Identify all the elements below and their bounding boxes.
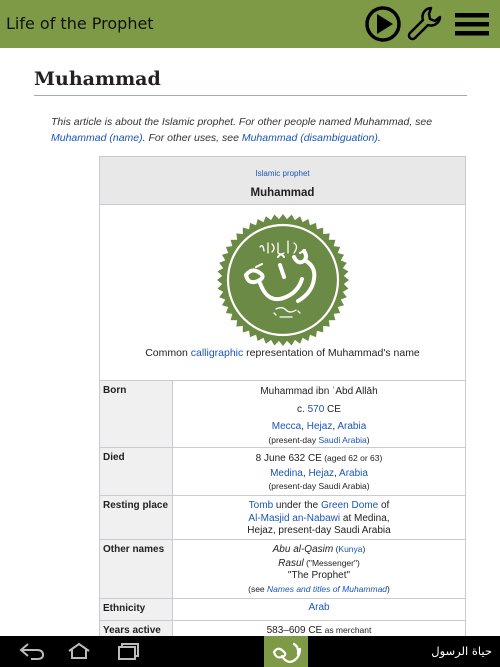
tomb-link[interactable]: Tomb <box>249 500 273 511</box>
hatnote-link-name[interactable]: Muhammad (name) <box>51 132 143 144</box>
masjid-nabawi-link[interactable]: Al-Masjid an-Nabawi <box>248 513 340 524</box>
system-nav-bar: حياة الرسول <box>0 636 500 667</box>
hatnote-text: . For other uses, see <box>142 132 242 144</box>
died-date: 8 June 632 CE (aged 62 or 63) <box>177 452 461 466</box>
page-title: Muhammad <box>34 68 161 90</box>
recent-apps-icon[interactable] <box>116 642 142 660</box>
menu-icon <box>455 13 489 36</box>
years-active-note: as merchant <box>322 625 372 635</box>
calligraphy-icon <box>272 642 302 663</box>
green-dome-link[interactable]: Green Dome <box>321 500 378 511</box>
caption-text: Common <box>145 347 191 359</box>
row-label: Ethnicity <box>100 599 173 620</box>
infobox-row-ethnicity: Ethnicity Arab <box>100 599 465 621</box>
infobox-above-link[interactable]: Islamic prophet <box>100 157 465 178</box>
hatnote-text: This article is about the Islamic prophe… <box>51 116 433 128</box>
caption-text: representation of Muhammad's name <box>243 347 420 359</box>
row-label: Born <box>100 381 173 447</box>
other-names-see: (see Names and titles of Muhammad) <box>177 583 461 596</box>
resting-line-2: Al-Masjid an-Nabawi at Medina, <box>177 513 461 526</box>
born-date: c. 570 CE <box>177 404 461 417</box>
arab-link[interactable]: Arab <box>308 602 329 613</box>
row-value: Abu al-Qasim (Kunya) Rasul ("Messenger")… <box>173 540 465 598</box>
born-present-day: (present-day Saudi Arabia) <box>177 434 461 447</box>
back-icon[interactable] <box>19 642 45 660</box>
died-present-day: (present-day Saudi Arabia) <box>268 481 370 491</box>
row-value: Muhammad ibn ʿAbd Allāh c. 570 CE Mecca,… <box>173 381 465 447</box>
infobox-image: Common calligraphic representation of Mu… <box>100 205 465 381</box>
row-label: Years active <box>100 621 173 636</box>
resting-line-3: Hejaz, present-day Saudi Arabia <box>247 525 391 536</box>
years-active-value: 583–609 CE <box>266 625 323 636</box>
name-rasul: Rasul <box>278 557 304 569</box>
resting-text: of <box>378 500 390 511</box>
born-place-link-hejaz[interactable]: Hejaz <box>307 421 333 432</box>
title-divider <box>34 95 467 96</box>
resting-text: under the <box>273 500 321 511</box>
died-place-link-hejaz[interactable]: Hejaz <box>308 468 334 479</box>
infobox-row-years-active: Years active 583–609 CE as merchant <box>100 621 465 636</box>
born-name: Muhammad ibn ʿAbd Allāh <box>260 386 378 397</box>
name-abu-al-qasim: Abu al-Qasim <box>272 544 334 555</box>
present-day-text: ) <box>366 434 370 445</box>
play-icon <box>365 6 401 42</box>
app-notification-label: حياة الرسول <box>431 644 492 658</box>
died-place: Medina, Hejaz, Arabia <box>177 468 461 481</box>
resting-line-1: Tomb under the Green Dome of <box>177 500 461 513</box>
born-era: CE <box>324 403 341 415</box>
born-circa: c. <box>297 403 308 415</box>
died-place-link-arabia[interactable]: Arabia <box>339 468 368 479</box>
infobox-caption: Common calligraphic representation of Mu… <box>100 347 465 359</box>
kunya-link[interactable]: Kunya <box>338 544 362 554</box>
died-age: (aged 62 or 63) <box>321 453 383 463</box>
infobox-row-died: Died 8 June 632 CE (aged 62 or 63) Medin… <box>100 448 465 496</box>
row-value: 8 June 632 CE (aged 62 or 63) Medina, He… <box>173 448 465 495</box>
rasul-meaning: ("Messenger") <box>303 557 360 568</box>
calligraphy-seal-image[interactable] <box>216 213 350 347</box>
other-name-1: Abu al-Qasim (Kunya) <box>177 543 461 557</box>
infobox-header: Islamic prophet Muhammad <box>100 157 465 205</box>
settings-button[interactable] <box>405 4 445 44</box>
home-icon[interactable] <box>66 642 92 660</box>
infobox: Islamic prophet Muhammad Common calligra… <box>99 156 466 636</box>
died-place-link-medina[interactable]: Medina <box>270 468 303 479</box>
hatnote-link-disambiguation[interactable]: Muhammad (disambiguation) <box>242 132 378 144</box>
present-day-text: (present-day <box>268 434 319 445</box>
row-label: Resting place <box>100 496 173 539</box>
wrench-icon <box>407 6 442 41</box>
born-place-link-arabia[interactable]: Arabia <box>337 421 366 432</box>
caption-link-calligraphic[interactable]: calligraphic <box>191 347 244 359</box>
see-text: (see <box>248 583 268 594</box>
infobox-row-resting-place: Resting place Tomb under the Green Dome … <box>100 496 465 540</box>
born-place: Mecca, Hejaz, Arabia <box>177 421 461 434</box>
hatnote: This article is about the Islamic prophe… <box>51 114 451 146</box>
saudi-arabia-link[interactable]: Saudi Arabia <box>319 435 367 445</box>
other-name-2: Rasul ("Messenger") <box>177 557 461 571</box>
row-value: Tomb under the Green Dome of Al-Masjid a… <box>173 496 465 539</box>
row-label: Other names <box>100 540 173 598</box>
article-content[interactable]: Muhammad This article is about the Islam… <box>0 48 500 636</box>
app-title: Life of the Prophet <box>6 14 154 33</box>
died-date-text: 8 June 632 CE <box>255 453 322 464</box>
row-value: 583–609 CE as merchant <box>173 621 465 636</box>
see-text: ) <box>387 583 390 594</box>
row-value: Arab <box>173 599 465 620</box>
other-name-3: "The Prophet" <box>287 570 351 581</box>
menu-button[interactable] <box>452 4 492 44</box>
born-year-link[interactable]: 570 <box>308 404 325 415</box>
play-button[interactable] <box>363 4 403 44</box>
app-launcher-icon[interactable] <box>264 636 308 667</box>
row-label: Died <box>100 448 173 495</box>
infobox-row-other-names: Other names Abu al-Qasim (Kunya) Rasul (… <box>100 540 465 599</box>
app-bar: Life of the Prophet <box>0 0 500 48</box>
paren: ) <box>362 544 366 554</box>
names-titles-link[interactable]: Names and titles of Muhammad <box>267 584 387 594</box>
hatnote-text: . <box>377 132 381 144</box>
infobox-title: Muhammad <box>250 187 315 199</box>
resting-text: at Medina, <box>340 512 390 524</box>
born-place-link-mecca[interactable]: Mecca <box>272 421 301 432</box>
infobox-row-born: Born Muhammad ibn ʿAbd Allāh c. 570 CE M… <box>100 381 465 448</box>
